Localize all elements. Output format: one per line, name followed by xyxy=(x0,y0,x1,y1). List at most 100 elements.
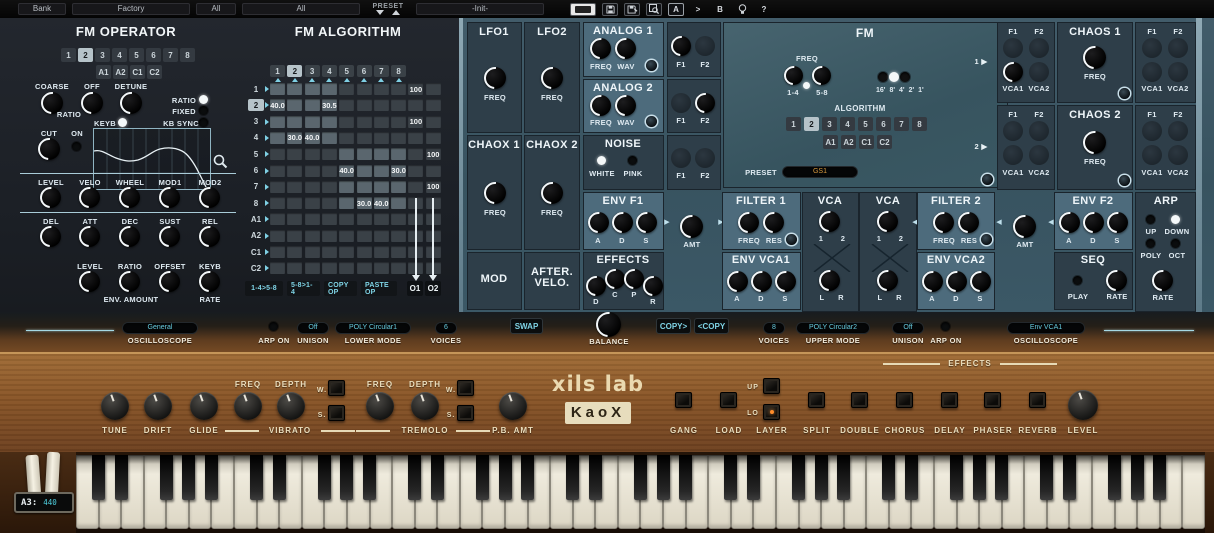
unison-value-right[interactable]: Off xyxy=(893,323,923,333)
matrix-cell[interactable] xyxy=(270,180,285,193)
fm-op-button-C1[interactable]: C1 xyxy=(130,65,145,79)
octave-dot-3[interactable] xyxy=(900,72,910,82)
matrix-cell[interactable] xyxy=(339,262,355,275)
fm-freq-link-led[interactable] xyxy=(803,82,810,89)
env-amount-level-knob[interactable] xyxy=(79,271,100,292)
oscilloscope-source-right[interactable]: Env VCA1 xyxy=(1008,323,1084,333)
matrix-cell[interactable] xyxy=(356,115,372,128)
paste-op-button[interactable]: PASTE OP xyxy=(361,281,397,296)
arp-oct-led[interactable] xyxy=(1171,239,1180,248)
vibrato-switch-button[interactable] xyxy=(328,405,345,421)
filter1-res-knob[interactable] xyxy=(763,212,784,233)
voices-value-right[interactable]: 8 xyxy=(764,323,784,333)
matrix-cell[interactable] xyxy=(287,148,303,161)
chaos1-f1-knob[interactable] xyxy=(1003,38,1023,58)
matrix-cell[interactable] xyxy=(408,99,424,112)
matrix-cell[interactable]: 30.0 xyxy=(356,197,372,210)
matrix-cell[interactable] xyxy=(391,229,407,242)
chaos2-f1-knob[interactable] xyxy=(1003,121,1023,141)
matrix-cell[interactable] xyxy=(391,180,407,193)
matrix-cell[interactable]: 30.0 xyxy=(287,131,303,144)
chaos2-vca-f1-knob[interactable] xyxy=(1142,121,1162,141)
seq-play-led[interactable] xyxy=(1073,276,1082,285)
op-rel-knob[interactable] xyxy=(199,226,220,247)
fm-algo-button-7[interactable]: 7 xyxy=(894,117,909,131)
chaos2-vca-vca2-knob[interactable] xyxy=(1168,145,1188,165)
fm-preset-value[interactable]: GS1 xyxy=(783,167,857,177)
matrix-cell[interactable] xyxy=(304,246,320,258)
matrix-cell[interactable] xyxy=(356,83,372,95)
matrix-col-6[interactable]: 6 xyxy=(356,65,372,77)
matrix-cell[interactable] xyxy=(321,197,337,210)
matrix-cell[interactable] xyxy=(425,164,441,177)
matrix-row-5[interactable]: 5 xyxy=(248,148,264,160)
matrix-cell[interactable] xyxy=(304,83,320,95)
noise-f1-knob[interactable] xyxy=(671,148,691,168)
fm-op-button-2[interactable]: 2 xyxy=(78,48,93,62)
matrix-cell[interactable] xyxy=(321,229,337,242)
master-level-knob[interactable] xyxy=(1068,390,1098,420)
matrix-cell[interactable] xyxy=(425,115,441,128)
vca1-knob[interactable] xyxy=(819,211,840,232)
matrix-cell[interactable] xyxy=(391,213,407,226)
matrix-cell[interactable] xyxy=(373,115,389,128)
detune-knob[interactable] xyxy=(120,92,142,114)
fm-op-button-6[interactable]: 6 xyxy=(146,48,161,62)
effects-d-knob[interactable] xyxy=(586,276,606,296)
tune-knob[interactable] xyxy=(101,392,129,420)
op-wheel-knob[interactable] xyxy=(119,187,140,208)
vca2-lr-knob[interactable] xyxy=(877,270,898,291)
matrix-cell[interactable] xyxy=(373,262,389,275)
matrix-cell[interactable] xyxy=(373,229,389,242)
matrix-cell[interactable] xyxy=(287,213,303,226)
matrix-cell[interactable] xyxy=(321,180,337,193)
matrix-cell[interactable] xyxy=(270,148,285,161)
matrix-cell[interactable] xyxy=(287,99,303,112)
matrix-cell[interactable] xyxy=(391,83,407,95)
output1-button[interactable]: O1 xyxy=(407,281,423,296)
matrix-cell[interactable] xyxy=(373,99,389,112)
help-icon[interactable]: ? xyxy=(756,3,772,16)
reverb-button[interactable] xyxy=(1029,392,1046,408)
matrix-cell[interactable] xyxy=(270,197,285,210)
matrix-cell[interactable] xyxy=(356,229,372,242)
matrix-row-C1[interactable]: C1 xyxy=(248,246,264,258)
matrix-cell[interactable] xyxy=(339,213,355,226)
matrix-cell[interactable] xyxy=(373,246,389,258)
fm-sync-icon[interactable] xyxy=(982,174,993,185)
filter1-amt-knob[interactable] xyxy=(680,215,703,238)
matrix-cell[interactable] xyxy=(356,148,372,161)
matrix-cell[interactable] xyxy=(287,246,303,258)
preset-prev-icon[interactable] xyxy=(376,10,384,15)
matrix-cell[interactable]: 40.0 xyxy=(270,99,285,112)
matrix-cell[interactable] xyxy=(373,148,389,161)
analog2-sync-icon[interactable] xyxy=(646,116,657,127)
analog2-wav-knob[interactable] xyxy=(615,95,636,116)
matrix-cell[interactable] xyxy=(321,115,337,128)
matrix-row-A1[interactable]: A1 xyxy=(248,213,264,225)
noise-pink-led[interactable] xyxy=(628,156,637,165)
chorus-button[interactable] xyxy=(896,392,913,408)
double-button[interactable] xyxy=(851,392,868,408)
matrix-cell[interactable] xyxy=(304,99,320,112)
matrix-cell[interactable] xyxy=(391,246,407,258)
arp-up-led[interactable] xyxy=(1146,215,1155,224)
matrix-cell[interactable] xyxy=(304,197,320,210)
lfo2-freq-knob[interactable] xyxy=(541,67,563,89)
matrix-cell[interactable] xyxy=(391,131,407,144)
piano-keyboard[interactable] xyxy=(76,455,1205,529)
matrix-cell[interactable] xyxy=(339,148,355,161)
matrix-row-8[interactable]: 8 xyxy=(248,197,264,209)
matrix-row-2[interactable]: 2 xyxy=(248,99,264,112)
preset-next-icon[interactable] xyxy=(392,10,400,15)
filter2-res-knob[interactable] xyxy=(958,212,979,233)
matrix-cell[interactable] xyxy=(408,180,424,193)
on-led[interactable] xyxy=(72,142,81,151)
vca2-knob[interactable] xyxy=(877,211,898,232)
effects-c-knob[interactable] xyxy=(605,269,625,289)
lower-mode-value[interactable]: POLY Circular1 xyxy=(336,323,410,333)
fm-op-button-5[interactable]: 5 xyxy=(129,48,144,62)
matrix-cell[interactable] xyxy=(408,148,424,161)
chaos1-vca1-knob[interactable] xyxy=(1003,62,1023,82)
op-mod2-knob[interactable] xyxy=(199,187,220,208)
